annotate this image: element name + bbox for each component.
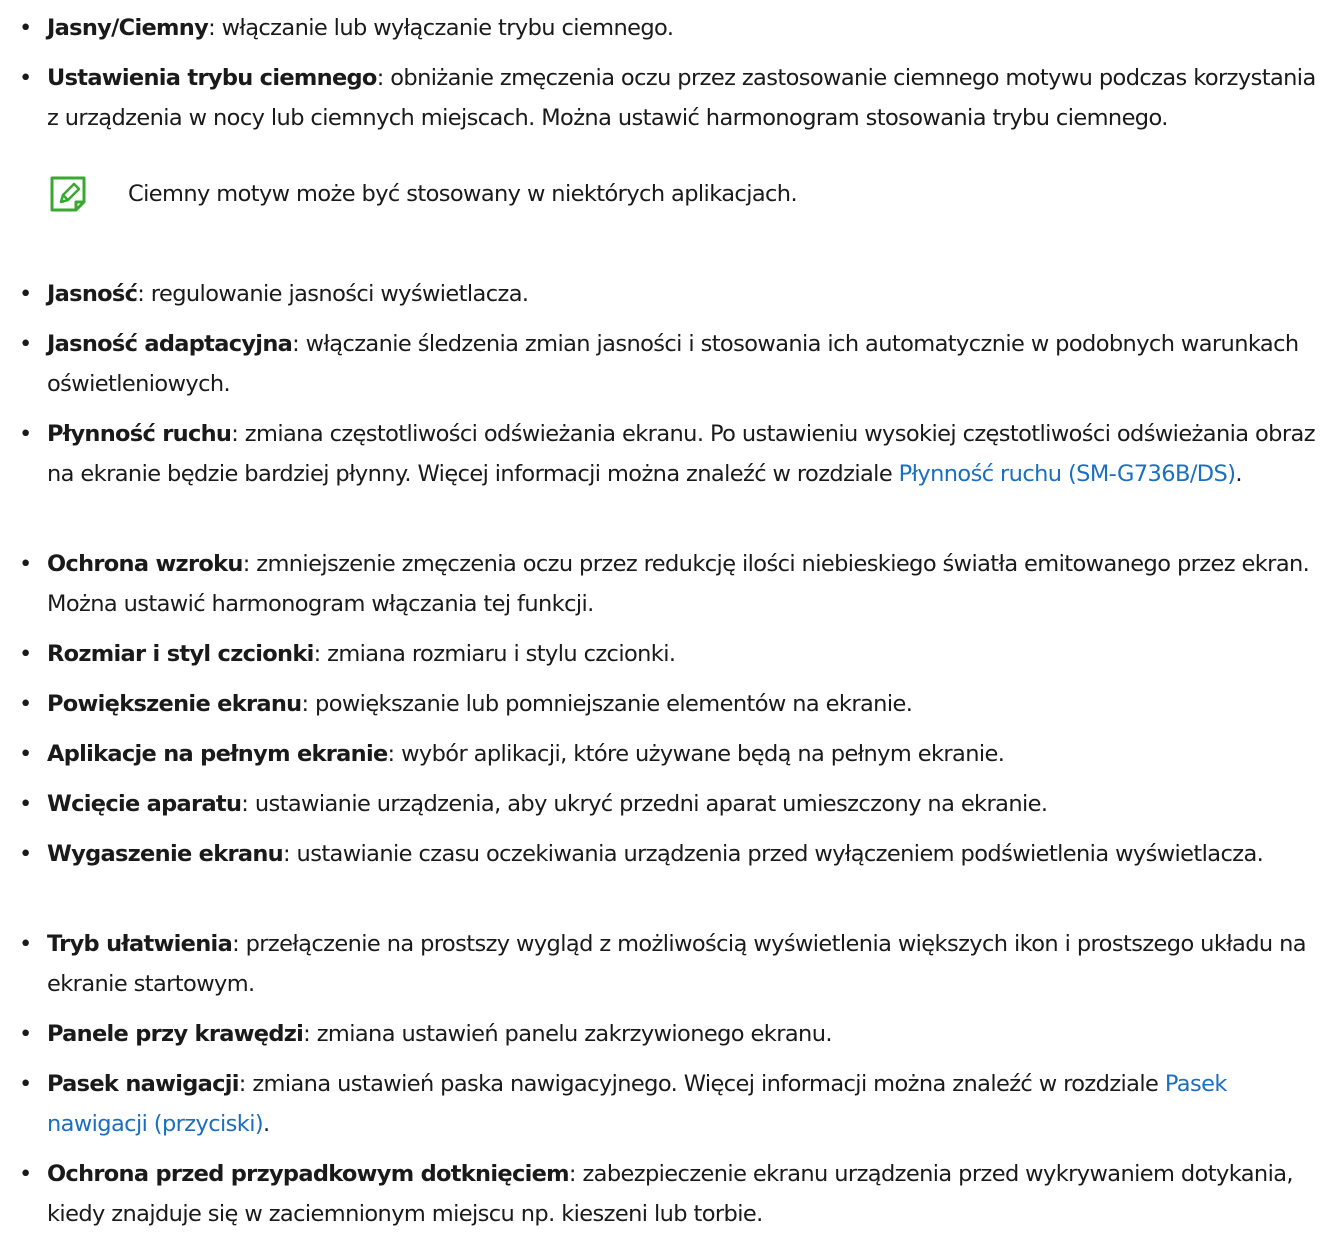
- item-text: Powiększenie ekranu: powiększanie lub po…: [0, 684, 1320, 724]
- note-callout: Ciemny motyw może być stosowany w niektó…: [48, 172, 1318, 216]
- item-description: : zmiana rozmiaru i stylu czcionki.: [313, 641, 676, 667]
- item-text: Jasność: regulowanie jasności wyświetlac…: [0, 274, 1320, 314]
- item-text: Panele przy krawędzi: zmiana ustawień pa…: [0, 1014, 1320, 1054]
- item-text: Ochrona wzroku: zmniejszenie zmęczenia o…: [0, 544, 1320, 624]
- cross-reference-link[interactable]: Płynność ruchu (SM-G736B/DS): [899, 461, 1236, 487]
- item-description: : wybór aplikacji, które używane będą na…: [387, 741, 1005, 767]
- item-term: Jasność: [47, 281, 138, 307]
- list-item: • Jasność: regulowanie jasności wyświetl…: [0, 274, 1320, 314]
- item-term: Rozmiar i styl czcionki: [47, 641, 314, 667]
- list-item: • Pasek nawigacji: zmiana ustawień paska…: [0, 1064, 1320, 1144]
- list-item: • Jasny/Ciemny: włączanie lub wyłączanie…: [0, 8, 1320, 48]
- item-text: Jasność adaptacyjna: włączanie śledzenia…: [0, 324, 1320, 404]
- item-text: Jasny/Ciemny: włączanie lub wyłączanie t…: [0, 8, 1320, 48]
- bullet: •: [19, 281, 32, 307]
- item-text: Ustawienia trybu ciemnego: obniżanie zmę…: [0, 58, 1320, 138]
- list-item: • Powiększenie ekranu: powiększanie lub …: [0, 684, 1320, 724]
- list-item: • Ochrona przed przypadkowym dotknięciem…: [0, 1154, 1320, 1234]
- item-term: Płynność ruchu: [47, 421, 232, 447]
- item-term: Ochrona wzroku: [47, 551, 243, 577]
- list-item: • Wygaszenie ekranu: ustawianie czasu oc…: [0, 834, 1320, 874]
- item-description: : powiększanie lub pomniejszanie element…: [301, 691, 913, 717]
- bullet: •: [19, 551, 32, 577]
- bullet: •: [19, 15, 32, 41]
- item-description-end: .: [1235, 461, 1242, 487]
- bullet: •: [19, 791, 32, 817]
- item-term: Wygaszenie ekranu: [47, 841, 284, 867]
- bullet: •: [19, 1021, 32, 1047]
- bullet: •: [19, 691, 32, 717]
- item-text: Rozmiar i styl czcionki: zmiana rozmiaru…: [0, 634, 1320, 674]
- item-term: Jasność adaptacyjna: [47, 331, 293, 357]
- item-description: : zmiana ustawień paska nawigacyjnego. W…: [238, 1071, 1165, 1097]
- item-term-separator: /: [111, 15, 119, 41]
- item-term: Pasek nawigacji: [47, 1071, 239, 1097]
- note-text: Ciemny motyw może być stosowany w niektó…: [128, 181, 798, 207]
- list-item: • Tryb ułatwienia: przełączenie na prost…: [0, 924, 1320, 1004]
- item-term: Tryb ułatwienia: [47, 931, 233, 957]
- item-description: : zmiana ustawień panelu zakrzywionego e…: [303, 1021, 832, 1047]
- item-term: Ochrona przed przypadkowym dotknięciem: [47, 1161, 570, 1187]
- item-text: Ochrona przed przypadkowym dotknięciem: …: [0, 1154, 1320, 1234]
- item-description: : ustawianie urządzenia, aby ukryć przed…: [241, 791, 1048, 817]
- bullet: •: [19, 641, 32, 667]
- list-item: • Ustawienia trybu ciemnego: obniżanie z…: [0, 58, 1320, 138]
- bullet: •: [19, 331, 32, 357]
- item-text: Aplikacje na pełnym ekranie: wybór aplik…: [0, 734, 1320, 774]
- bullet: •: [19, 931, 32, 957]
- list-item: • Aplikacje na pełnym ekranie: wybór apl…: [0, 734, 1320, 774]
- bullet: •: [19, 1161, 32, 1187]
- item-text: Wygaszenie ekranu: ustawianie czasu ocze…: [0, 834, 1320, 874]
- item-term: Ustawienia trybu ciemnego: [47, 65, 377, 91]
- bullet: •: [19, 741, 32, 767]
- bullet: •: [19, 841, 32, 867]
- document-page: • Jasny/Ciemny: włączanie lub wyłączanie…: [0, 0, 1331, 1236]
- item-text: Pasek nawigacji: zmiana ustawień paska n…: [0, 1064, 1320, 1144]
- item-description: : przełączenie na prostszy wygląd z możl…: [47, 931, 1307, 997]
- item-term: Powiększenie ekranu: [47, 691, 302, 717]
- item-term: Wcięcie aparatu: [47, 791, 242, 817]
- item-term: Aplikacje na pełnym ekranie: [47, 741, 388, 767]
- bullet: •: [19, 421, 32, 447]
- list-item: • Jasność adaptacyjna: włączanie śledzen…: [0, 324, 1320, 404]
- item-text: Płynność ruchu: zmiana częstotliwości od…: [0, 414, 1320, 494]
- bullet: •: [19, 65, 32, 91]
- item-term-secondary: Ciemny: [118, 15, 209, 41]
- item-description: : ustawianie czasu oczekiwania urządzeni…: [283, 841, 1264, 867]
- list-item: • Rozmiar i styl czcionki: zmiana rozmia…: [0, 634, 1320, 674]
- bullet: •: [19, 1071, 32, 1097]
- item-description: : regulowanie jasności wyświetlacza.: [137, 281, 529, 307]
- item-text: Wcięcie aparatu: ustawianie urządzenia, …: [0, 784, 1320, 824]
- list-item: • Panele przy krawędzi: zmiana ustawień …: [0, 1014, 1320, 1054]
- list-item: • Wcięcie aparatu: ustawianie urządzenia…: [0, 784, 1320, 824]
- item-description-end: .: [263, 1111, 270, 1137]
- list-item: • Ochrona wzroku: zmniejszenie zmęczenia…: [0, 544, 1320, 624]
- note-pen-icon: [48, 174, 88, 214]
- item-term: Panele przy krawędzi: [47, 1021, 304, 1047]
- item-term: Jasny: [47, 15, 112, 41]
- item-description: : włączanie lub wyłączanie trybu ciemneg…: [208, 15, 674, 41]
- list-item: • Płynność ruchu: zmiana częstotliwości …: [0, 414, 1320, 494]
- item-text: Tryb ułatwienia: przełączenie na prostsz…: [0, 924, 1320, 1004]
